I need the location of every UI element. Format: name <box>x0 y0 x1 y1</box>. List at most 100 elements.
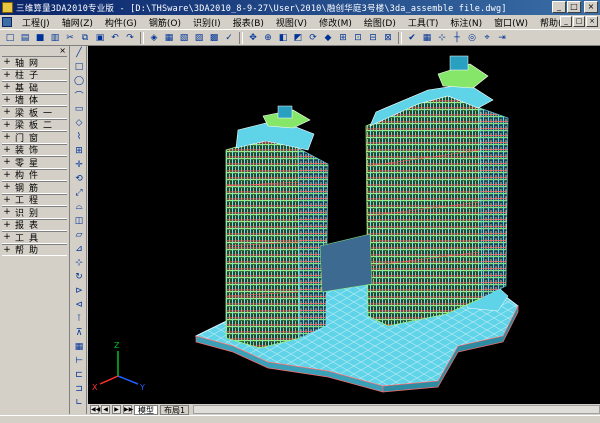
calc-icon[interactable]: ▧ <box>177 31 191 45</box>
menu-window[interactable]: 窗口(W) <box>488 16 534 29</box>
expand-icon[interactable]: + <box>2 132 12 142</box>
doc-close-button[interactable]: × <box>586 16 598 27</box>
zoom-window-icon[interactable]: ⊞ <box>336 31 350 45</box>
panel-item[interactable]: + 门窗 <box>2 131 67 144</box>
expand-icon[interactable]: + <box>2 220 12 230</box>
draw-tool-icon[interactable]: ∟ <box>72 397 86 409</box>
open-icon[interactable]: ▤ <box>18 31 32 45</box>
horizontal-scrollbar[interactable] <box>193 405 600 414</box>
report-icon[interactable]: ▨ <box>192 31 206 45</box>
expand-icon[interactable]: + <box>2 70 12 80</box>
new-icon[interactable]: □ <box>3 31 17 45</box>
close-button[interactable]: × <box>584 1 598 13</box>
draw-tool-icon[interactable]: ▭ <box>72 103 86 115</box>
layer-icon[interactable]: ◈ <box>147 31 161 45</box>
panel-item[interactable]: + 识别 <box>2 206 67 219</box>
expand-icon[interactable]: + <box>2 82 12 92</box>
expand-icon[interactable]: + <box>2 170 12 180</box>
zoom-icon[interactable]: ⊕ <box>261 31 275 45</box>
draw-tool-icon[interactable]: ◫ <box>72 215 86 227</box>
expand-icon[interactable]: + <box>2 195 12 205</box>
expand-icon[interactable]: + <box>2 182 12 192</box>
panel-close-icon[interactable]: × <box>0 46 69 56</box>
polar-icon[interactable]: ◎ <box>465 31 479 45</box>
menu-recognize[interactable]: 识别(I) <box>187 16 227 29</box>
panel-item[interactable]: + 钢筋 <box>2 181 67 194</box>
draw-tool-icon[interactable]: ⊲ <box>72 299 86 311</box>
draw-tool-icon[interactable]: ◯ <box>72 75 86 87</box>
draw-tool-icon[interactable]: ⊹ <box>72 257 86 269</box>
cut-icon[interactable]: ✂ <box>63 31 77 45</box>
maximize-button[interactable]: □ <box>567 1 581 13</box>
menu-modify[interactable]: 修改(M) <box>313 16 358 29</box>
panel-item[interactable]: + 基础 <box>2 81 67 94</box>
panel-item[interactable]: + 工具 <box>2 231 67 244</box>
expand-icon[interactable]: + <box>2 95 12 105</box>
expand-icon[interactable]: + <box>2 245 12 255</box>
menu-view[interactable]: 视图(V) <box>270 16 313 29</box>
print-icon[interactable]: ▥ <box>48 31 62 45</box>
track-icon[interactable]: ⇥ <box>495 31 509 45</box>
draw-tool-icon[interactable]: ⊿ <box>72 243 86 255</box>
expand-icon[interactable]: + <box>2 107 12 117</box>
menu-component[interactable]: 构件(G) <box>99 16 143 29</box>
menu-tools[interactable]: 工具(T) <box>402 16 445 29</box>
draw-tool-icon[interactable]: ↻ <box>72 271 86 283</box>
cube-icon[interactable]: ◆ <box>321 31 335 45</box>
panel-item[interactable]: + 柱子 <box>2 68 67 81</box>
last-tab-button[interactable]: ▶▶ <box>123 405 133 414</box>
draw-tool-icon[interactable]: ⤢ <box>72 187 86 199</box>
copy-icon[interactable]: ⧉ <box>78 31 92 45</box>
expand-icon[interactable]: + <box>2 57 12 67</box>
osnap-icon[interactable]: ⌖ <box>480 31 494 45</box>
menu-rebar[interactable]: 钢筋(O) <box>143 16 187 29</box>
minimize-button[interactable]: _ <box>552 1 566 13</box>
paste-icon[interactable]: ▣ <box>93 31 107 45</box>
panel-item[interactable]: + 墙体 <box>2 93 67 106</box>
orbit-icon[interactable]: ⟳ <box>306 31 320 45</box>
undo-icon[interactable]: ↶ <box>108 31 122 45</box>
expand-icon[interactable]: + <box>2 232 12 242</box>
check-icon[interactable]: ✓ <box>222 31 236 45</box>
pan-icon[interactable]: ✥ <box>246 31 260 45</box>
doc-minimize-button[interactable]: _ <box>560 16 572 27</box>
draw-tool-icon[interactable]: ◇ <box>72 117 86 129</box>
redo-icon[interactable]: ↷ <box>123 31 137 45</box>
ortho-icon[interactable]: ┼ <box>450 31 464 45</box>
expand-icon[interactable]: + <box>2 157 12 167</box>
model-viewport[interactable]: Z Y X <box>88 46 600 404</box>
draw-tool-icon[interactable]: ⊏ <box>72 369 86 381</box>
first-tab-button[interactable]: ◀◀ <box>90 405 100 414</box>
draw-tool-icon[interactable]: ⊳ <box>72 285 86 297</box>
panel-item[interactable]: + 装饰 <box>2 143 67 156</box>
draw-tool-icon[interactable]: □ <box>72 61 86 73</box>
expand-icon[interactable]: + <box>2 145 12 155</box>
panel-item[interactable]: + 帮助 <box>2 243 67 256</box>
draw-tool-icon[interactable]: ⌓ <box>72 201 86 213</box>
table-icon[interactable]: ▩ <box>207 31 221 45</box>
draw-tool-icon[interactable]: ⌒ <box>72 89 86 102</box>
draw-tool-icon[interactable]: ⟲ <box>72 173 86 185</box>
confirm-icon[interactable]: ✔ <box>405 31 419 45</box>
tab-layout1[interactable]: 布局1 <box>160 404 190 415</box>
draw-tool-icon[interactable]: ⊼ <box>72 327 86 339</box>
menu-report[interactable]: 报表(B) <box>227 16 270 29</box>
next-tab-button[interactable]: ▶ <box>112 405 121 414</box>
grid-icon[interactable]: ▦ <box>420 31 434 45</box>
panel-item[interactable]: + 零星 <box>2 156 67 169</box>
draw-tool-icon[interactable]: ⊐ <box>72 383 86 395</box>
menu-annotate[interactable]: 标注(N) <box>444 16 488 29</box>
panel-item[interactable]: + 报表 <box>2 218 67 231</box>
3d-view-icon[interactable]: ◧ <box>276 31 290 45</box>
menu-draw[interactable]: 绘图(D) <box>358 16 402 29</box>
shade-icon[interactable]: ◩ <box>291 31 305 45</box>
panel-item[interactable]: + 梁板一 <box>2 106 67 119</box>
panel-item[interactable]: + 轴网 <box>2 56 67 69</box>
zoom-extent-icon[interactable]: ⊡ <box>351 31 365 45</box>
zoom-prev-icon[interactable]: ⊟ <box>366 31 380 45</box>
draw-tool-icon[interactable]: ▦ <box>72 341 86 353</box>
document-icon[interactable] <box>2 17 12 27</box>
draw-tool-icon[interactable]: ⊺ <box>72 313 86 325</box>
panel-item[interactable]: + 工程 <box>2 193 67 206</box>
prev-tab-button[interactable]: ◀ <box>101 405 110 414</box>
